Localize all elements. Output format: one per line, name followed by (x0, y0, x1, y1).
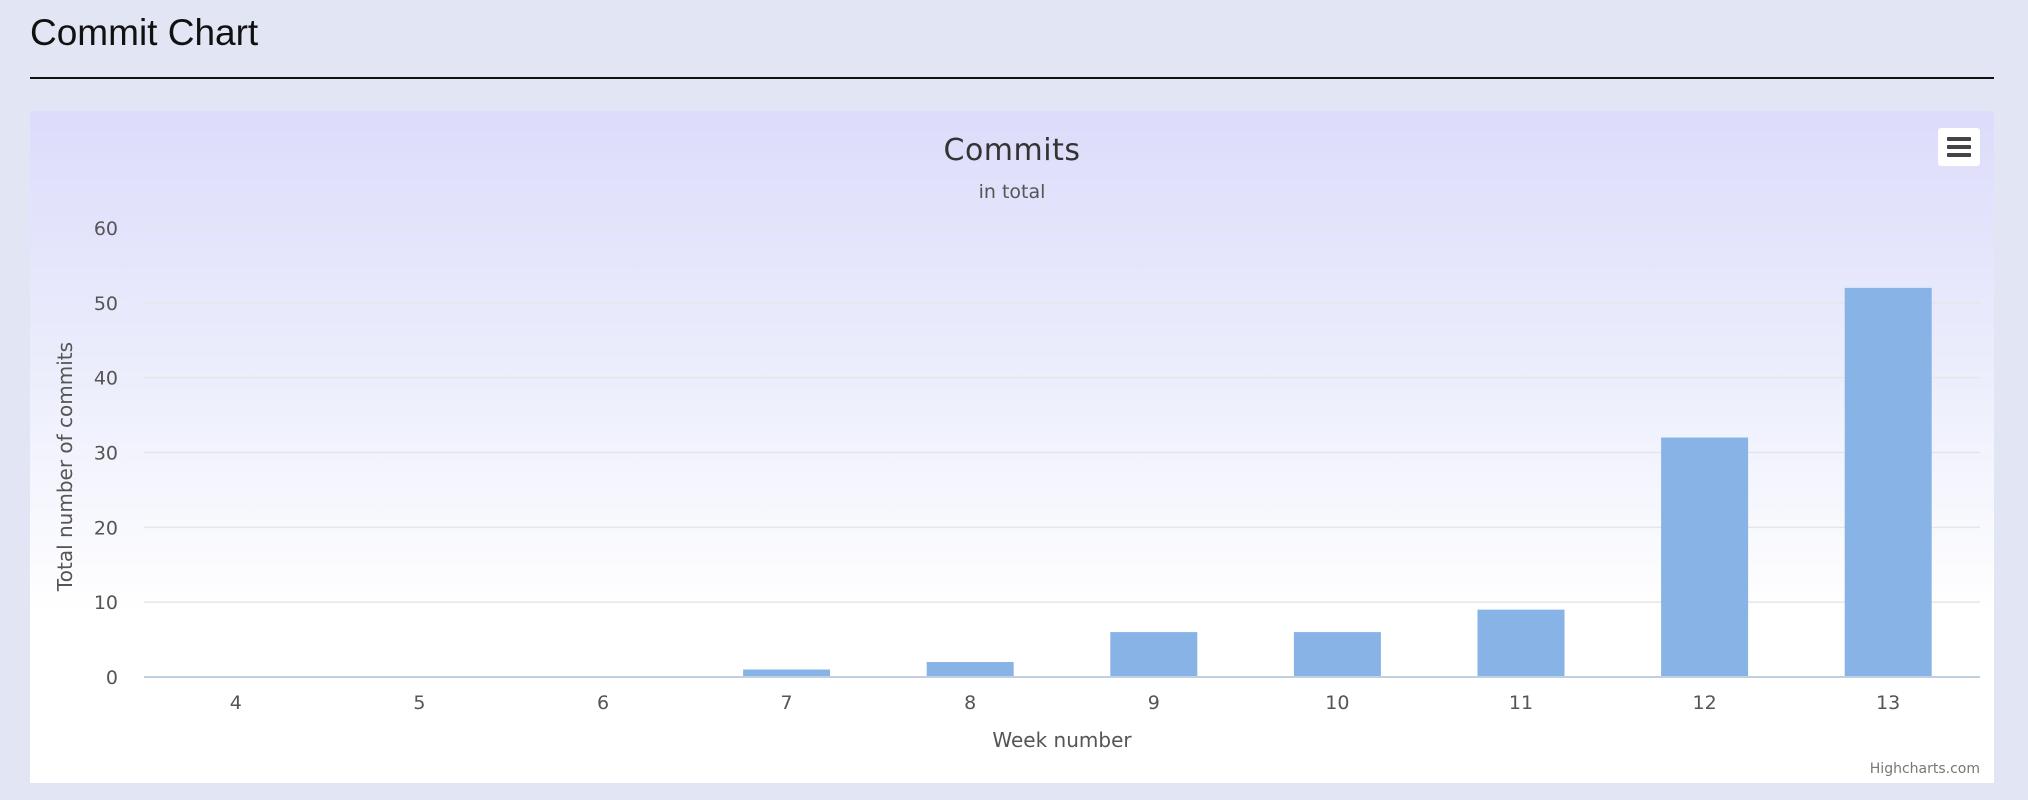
bar-week-11[interactable] (1477, 609, 1565, 677)
x-axis-title: Week number (992, 728, 1132, 752)
x-tick-label: 5 (413, 692, 425, 714)
x-tick-label: 11 (1509, 692, 1533, 714)
bar-week-8[interactable] (926, 662, 1014, 677)
y-axis-title: Total number of commits (53, 342, 77, 592)
y-tick-label: 50 (94, 293, 118, 315)
x-tick-label: 10 (1325, 692, 1349, 714)
bar-series (743, 287, 1932, 677)
bar-week-10[interactable] (1293, 632, 1381, 677)
x-tick-label: 8 (964, 692, 976, 714)
y-tick-label: 10 (94, 592, 118, 614)
commit-bar-chart: 0 10 20 30 40 50 60 4 5 6 7 8 9 10 11 12 13 Week number To… (53, 218, 1980, 752)
x-tick-label: 13 (1876, 692, 1900, 714)
bar-week-12[interactable] (1661, 437, 1749, 677)
bar-week-9[interactable] (1110, 632, 1198, 677)
chart-container: Commits in total 0 10 20 30 40 50 60 4 5 6 7 8 9 10 11… (30, 111, 1994, 783)
page-header: Commit Chart (30, 0, 1994, 79)
x-tick-label: 12 (1693, 692, 1717, 714)
x-tick-label: 7 (781, 692, 793, 714)
y-tick-label: 40 (94, 368, 118, 390)
page-title: Commit Chart (30, 12, 259, 53)
x-tick-label: 6 (597, 692, 609, 714)
y-tick-label: 30 (94, 443, 118, 465)
x-tick-label: 4 (230, 692, 242, 714)
x-tick-label: 9 (1148, 692, 1160, 714)
chart-credits[interactable]: Highcharts.com (1870, 761, 1980, 777)
bar-week-7[interactable] (743, 669, 831, 677)
y-tick-label: 0 (106, 667, 118, 689)
bar-week-13[interactable] (1844, 287, 1932, 677)
y-tick-label: 20 (94, 517, 118, 539)
y-tick-label: 60 (94, 218, 118, 240)
